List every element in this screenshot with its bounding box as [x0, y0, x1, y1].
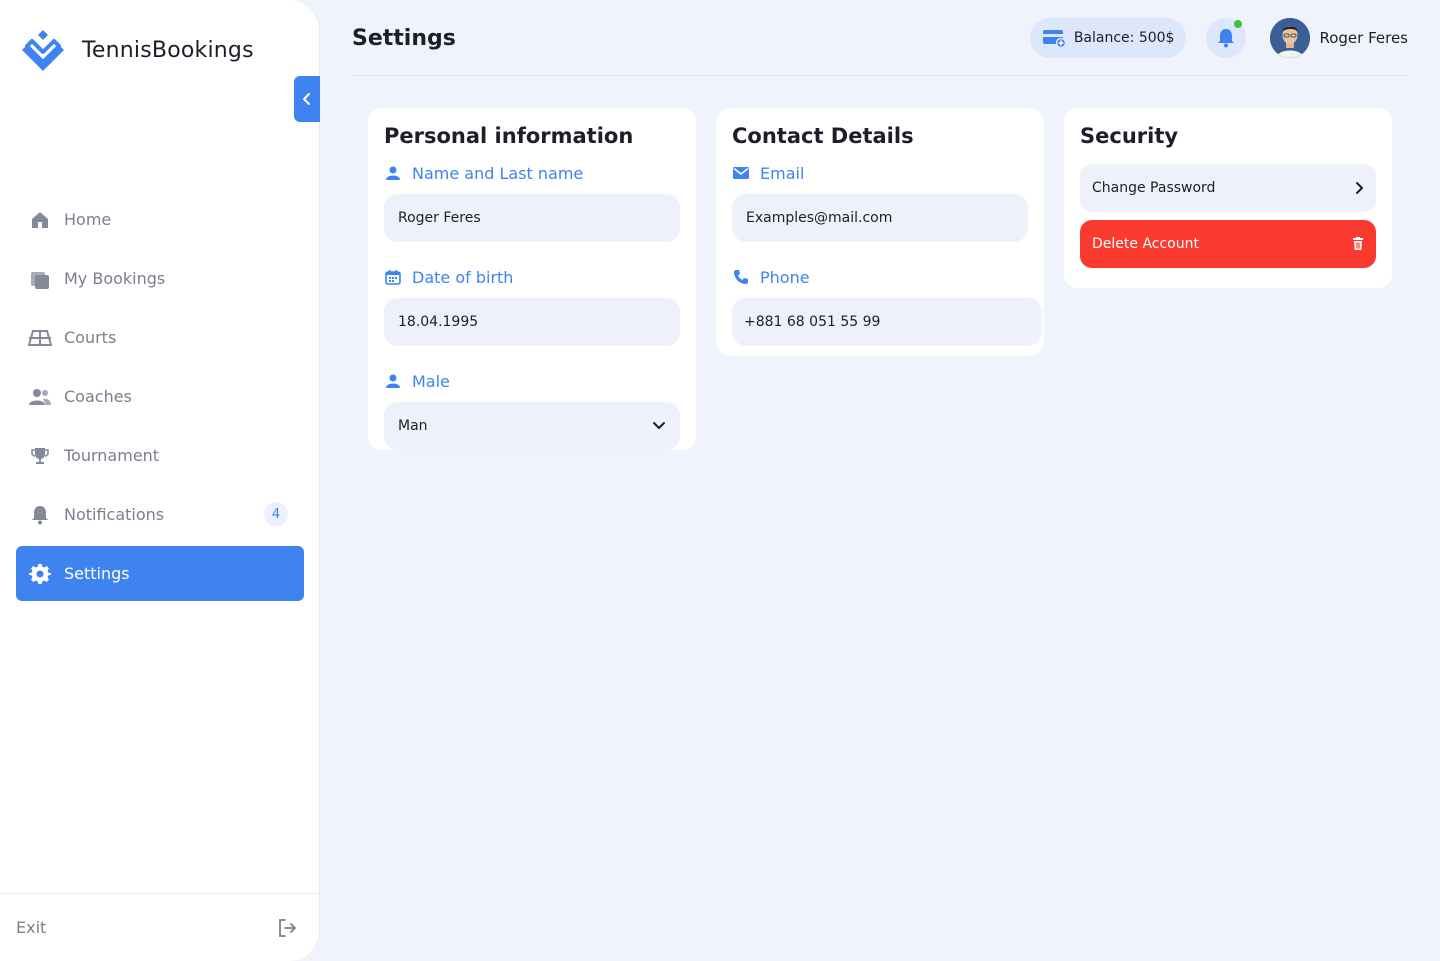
notifications-count-badge: 4 — [264, 502, 288, 526]
gender-label: Male — [384, 370, 680, 392]
email-field[interactable]: Examples@mail.com — [732, 194, 1028, 242]
calendar-icon — [384, 268, 402, 286]
logo-icon — [22, 30, 64, 71]
name-label-text: Name and Last name — [412, 163, 584, 183]
dob-label-text: Date of birth — [412, 267, 514, 287]
trash-icon — [1353, 237, 1363, 250]
dob-label: Date of birth — [384, 266, 680, 288]
phone-label-text: Phone — [760, 267, 810, 287]
gender-select-value: Man — [398, 418, 428, 434]
sidebar-item-label: Tournament — [64, 446, 160, 465]
header-divider — [352, 75, 1408, 76]
sidebar-item-coaches[interactable]: Coaches — [16, 369, 304, 424]
balance-button[interactable]: Balance: 500$ — [1029, 18, 1187, 58]
name-input[interactable]: Roger Feres — [384, 194, 680, 242]
card-title: Contact Details — [732, 124, 914, 148]
trophy-icon — [28, 444, 52, 468]
sidebar-item-my-bookings[interactable]: My Bookings — [16, 251, 304, 306]
phone-icon — [732, 268, 750, 286]
chevron-left-icon — [303, 93, 310, 105]
wallet-add-icon — [1042, 30, 1066, 48]
sidebar-item-settings[interactable]: Settings — [16, 546, 304, 601]
gender-select[interactable]: Man — [384, 402, 680, 450]
users-icon — [28, 385, 52, 409]
mail-icon — [732, 164, 750, 182]
notifications-button[interactable] — [1206, 18, 1247, 58]
sidebar-item-label: Home — [64, 210, 112, 229]
sidebar-item-notifications[interactable]: Notifications 4 — [16, 487, 304, 542]
bell-icon — [28, 503, 52, 527]
avatar — [1270, 18, 1311, 58]
email-label: Email — [732, 162, 1028, 184]
name-label: Name and Last name — [384, 162, 680, 184]
contact-details-card: Contact Details Email Examples@mail.com … — [716, 108, 1044, 356]
chevron-down-icon — [653, 422, 665, 429]
phone-field[interactable]: +881 68 051 55 99 — [732, 298, 1042, 346]
page-title: Settings — [352, 26, 456, 51]
change-password-label: Change Password — [1092, 180, 1216, 196]
user-icon — [384, 372, 402, 390]
online-indicator — [1234, 20, 1243, 28]
exit-label: Exit — [16, 918, 47, 937]
bookings-icon — [28, 267, 52, 291]
sidebar-item-label: My Bookings — [64, 269, 166, 288]
user-icon — [384, 164, 402, 182]
gear-icon — [28, 562, 52, 586]
home-icon — [28, 208, 52, 232]
security-card: Security Change Password Delete Account — [1064, 108, 1392, 288]
sidebar-nav: Home My Bookings Courts Coaches Tourname… — [16, 192, 304, 605]
chevron-right-icon — [1356, 182, 1363, 194]
delete-account-button[interactable]: Delete Account — [1080, 220, 1376, 268]
brand[interactable]: TennisBookings — [20, 26, 254, 74]
sidebar-item-courts[interactable]: Courts — [16, 310, 304, 365]
phone-label: Phone — [732, 266, 1028, 288]
card-title: Personal information — [384, 124, 634, 148]
logout-icon — [279, 918, 296, 937]
sidebar-item-label: Notifications — [64, 505, 165, 524]
user-name: Roger Feres — [1319, 29, 1408, 47]
sidebar-item-label: Courts — [64, 328, 117, 347]
change-password-button[interactable]: Change Password — [1080, 164, 1376, 212]
sidebar: TennisBookings Home My Bookings Courts C… — [0, 0, 320, 961]
delete-account-label: Delete Account — [1092, 236, 1199, 252]
sidebar-item-label: Coaches — [64, 387, 132, 406]
card-title: Security — [1080, 124, 1179, 148]
user-menu[interactable]: Roger Feres — [1270, 18, 1408, 58]
header-actions: Balance: 500$ Roger Feres — [1029, 18, 1408, 58]
dob-input[interactable]: 18.04.1995 — [384, 298, 680, 346]
sidebar-item-tournament[interactable]: Tournament — [16, 428, 304, 483]
collapse-sidebar-button[interactable] — [294, 76, 320, 122]
balance-text: Balance: 500$ — [1073, 30, 1175, 46]
personal-information-card: Personal information Name and Last name … — [368, 108, 696, 450]
sidebar-item-label: Settings — [64, 564, 130, 583]
court-icon — [28, 326, 52, 350]
app-name: TennisBookings — [82, 37, 254, 63]
email-label-text: Email — [760, 163, 805, 183]
exit-button[interactable]: Exit — [0, 893, 319, 961]
gender-label-text: Male — [412, 371, 450, 391]
sidebar-item-home[interactable]: Home — [16, 192, 304, 247]
bell-icon — [1218, 29, 1235, 48]
